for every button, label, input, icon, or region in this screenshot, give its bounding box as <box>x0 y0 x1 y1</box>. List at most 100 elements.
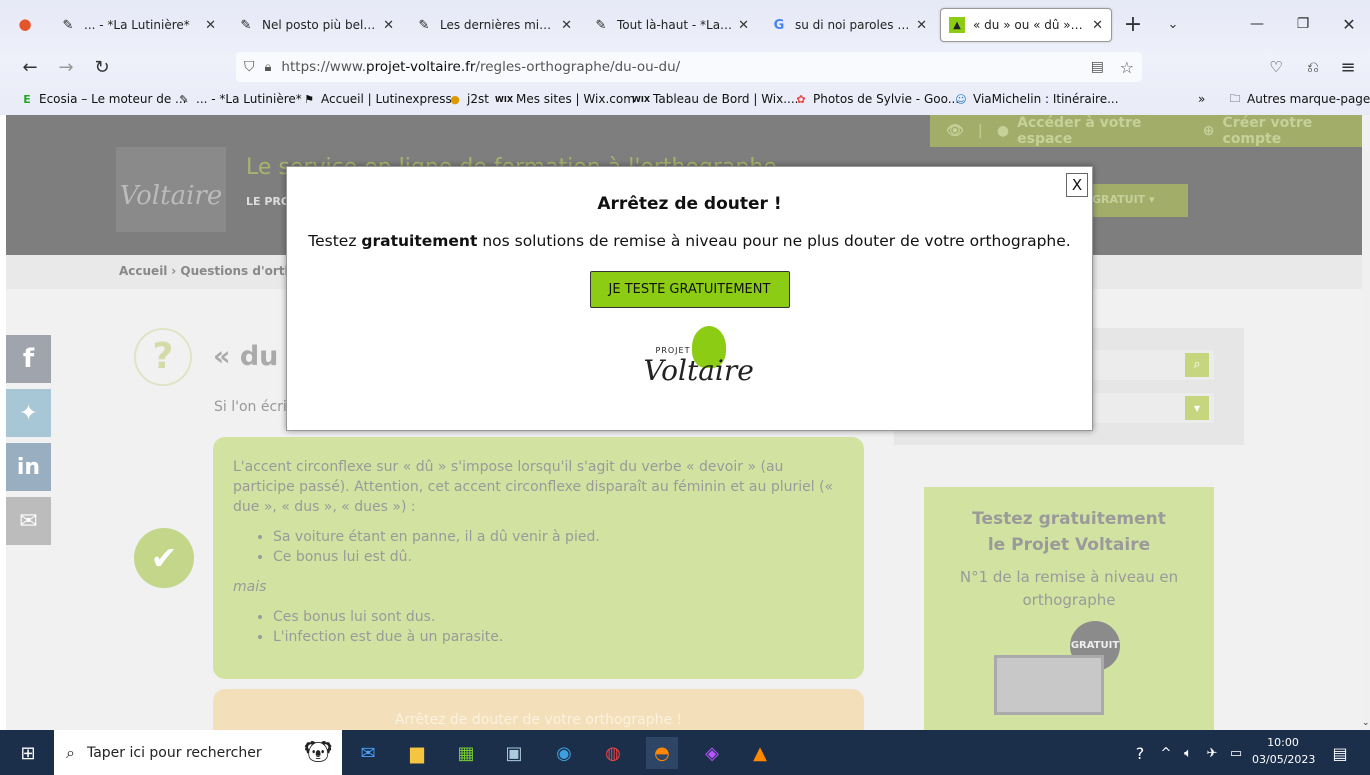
plus-circle-icon: ⊕ <box>1202 123 1215 139</box>
pencil-icon: ✎ <box>595 17 607 33</box>
example-1: Sa voiture étant en panne, il a dû venir… <box>273 527 844 547</box>
taskbar-search-placeholder: Taper ici pour rechercher <box>86 744 262 761</box>
close-icon[interactable]: ✕ <box>561 18 572 33</box>
access-account-link[interactable]: Accéder à votre espace <box>1017 115 1185 147</box>
laptop-illustration <box>994 655 1104 715</box>
twitter-share-icon[interactable]: ✦ <box>6 389 51 437</box>
tab-2[interactable]: ✎ Nel posto più bello ch ✕ <box>230 8 402 42</box>
tab-title: ... - *La Lutinière* <box>84 18 190 32</box>
chrome-icon[interactable]: ◍ <box>597 737 629 769</box>
modal-text-bold: gratuitement <box>361 232 478 250</box>
facebook-share-icon[interactable]: f <box>6 335 51 383</box>
app-icon[interactable]: ▣ <box>498 737 530 769</box>
linkedin-share-icon[interactable]: in <box>6 443 51 491</box>
windows-start-icon[interactable]: ⊞ <box>12 737 44 769</box>
tab-title: Les dernières mises en <box>440 18 555 32</box>
scroll-down-icon[interactable]: ⌄ <box>1362 718 1370 728</box>
tab-4[interactable]: ✎ Tout là-haut - *La Luti ✕ <box>585 8 757 42</box>
example-2: Ce bonus lui est dû. <box>273 547 844 567</box>
promo-title-1: Testez gratuitement <box>972 509 1166 529</box>
tab-5[interactable]: Gsu di noi paroles - Rec ✕ <box>763 8 935 42</box>
edge-icon[interactable]: ◉ <box>548 737 580 769</box>
bookmark-wix-sites[interactable]: WIX Mes sites | Wix.com <box>495 92 635 106</box>
bookmark-viamichelin[interactable]: ☺ ViaMichelin : Itinéraire... <box>954 92 1119 106</box>
site-logo[interactable]: Voltaire <box>116 147 226 232</box>
star-icon[interactable]: ☆ <box>1120 58 1134 77</box>
taskbar-search[interactable]: ⌕ Taper ici pour rechercher 🐨︎ <box>54 730 342 775</box>
firefox-menu-icon[interactable]: ● <box>12 11 38 37</box>
bookmark-label: Mes sites | Wix.com <box>516 92 635 106</box>
rule-text: L'accent circonflexe sur « dû » s'impose… <box>233 459 834 515</box>
clock[interactable]: 10:00 03/05/2023 <box>1252 734 1316 768</box>
account-strip: 👁︎ | ● Accéder à votre espace ⊕ Créer vo… <box>930 115 1362 147</box>
close-icon[interactable]: ✕ <box>383 18 394 33</box>
battery-icon[interactable]: ▭ <box>1220 737 1252 769</box>
photos-app-icon[interactable]: ▦ <box>450 737 482 769</box>
test-free-button[interactable]: JE TESTE GRATUITEMENT <box>589 271 790 308</box>
url-bar[interactable]: ⛉ 🔒︎ https://www. projet-voltaire.fr/regl… <box>236 52 1142 82</box>
new-tab-icon[interactable]: + <box>1120 11 1146 37</box>
nav-item-pro[interactable]: LE PRO <box>246 195 290 208</box>
nav-bar: ← → ↻ ⛉ 🔒︎ https://www. projet-voltaire.f… <box>0 48 1370 86</box>
back-icon[interactable]: ← <box>17 54 43 80</box>
pencil-icon: ✎ <box>240 17 252 33</box>
window-close-icon[interactable]: ✕ <box>1336 11 1362 37</box>
tab-3[interactable]: ✎ Les dernières mises en ✕ <box>408 8 580 42</box>
close-icon[interactable]: ✕ <box>1092 18 1103 33</box>
create-account-link[interactable]: Créer votre compte <box>1223 115 1362 147</box>
forward-icon[interactable]: → <box>53 54 79 80</box>
firefox-icon[interactable]: ◓ <box>646 737 678 769</box>
taskbar: ⊞ ⌕ Taper ici pour rechercher 🐨︎ ✉ ▆ ▦ ▣… <box>0 730 1370 775</box>
bookmark-lutiniere[interactable]: ✎ ... - *La Lutinière* <box>177 92 301 106</box>
search-icon[interactable]: ⌕ <box>1185 353 1209 377</box>
close-icon[interactable]: ✕ <box>916 18 927 33</box>
bottom-banner[interactable]: Arrêtez de douter de votre orthographe ! <box>213 689 864 730</box>
file-explorer-icon[interactable]: ▆ <box>401 737 433 769</box>
mail-icon[interactable]: ✉ <box>352 737 384 769</box>
logo-name-text: Voltaire <box>643 354 754 387</box>
scrollbar[interactable]: ⌄ <box>1362 115 1370 730</box>
voltaire-icon: ▲ <box>949 17 965 33</box>
bookmark-j2st[interactable]: ● j2st <box>448 92 489 106</box>
close-icon[interactable]: ✕ <box>738 18 749 33</box>
extensions-icon[interactable]: ⎌ <box>1300 54 1326 80</box>
reader-icon[interactable]: ▤ <box>1091 59 1104 75</box>
bookmark-label: ViaMichelin : Itinéraire... <box>973 92 1119 106</box>
michelin-icon: ☺ <box>955 92 967 106</box>
pocket-icon[interactable]: ♡ <box>1263 54 1289 80</box>
promo-card[interactable]: Testez gratuitement le Projet Voltaire N°… <box>924 487 1214 730</box>
modal-close-button[interactable]: X <box>1066 173 1088 197</box>
bookmarks-overflow-icon[interactable]: » <box>1198 92 1205 106</box>
free-trial-label: GRATUIT <box>1092 193 1146 206</box>
minimize-icon[interactable]: — <box>1244 11 1270 37</box>
site-logo-name: Voltaire <box>119 181 223 211</box>
free-trial-button[interactable]: GRATUIT ▾ <box>1086 184 1188 217</box>
bookmark-lutinexpress[interactable]: ⚑ Accueil | Lutinexpress <box>302 92 452 106</box>
example-4: L'infection est due à un parasite. <box>273 627 844 647</box>
tab-1[interactable]: ✎ ... - *La Lutinière* ✕ <box>52 8 224 42</box>
app-mask-icon[interactable]: ◈ <box>696 737 728 769</box>
restore-icon[interactable]: ❐ <box>1290 11 1316 37</box>
bookmarks-bar: E Ecosia – Le moteur de ... ✎ ... - *La Lu… <box>0 88 1370 112</box>
bookmark-wix-dashboard[interactable]: WIX Tableau de Bord | Wix.... <box>632 92 798 106</box>
reload-icon[interactable]: ↻ <box>89 54 115 80</box>
article-title: « du <box>213 341 279 372</box>
ecosia-icon: E <box>23 92 31 106</box>
breadcrumb-home[interactable]: Accueil <box>119 264 167 278</box>
tab-6-active[interactable]: ▲ « du » ou « dû » ? - Ort ✕ <box>940 8 1112 42</box>
bookmark-label: j2st <box>467 92 489 106</box>
notifications-icon[interactable]: ▤ <box>1324 737 1356 769</box>
vlc-icon[interactable]: ▲ <box>744 737 776 769</box>
check-icon: ✔ <box>134 528 194 588</box>
chevron-down-icon[interactable]: ⌄ <box>1160 11 1186 37</box>
close-icon[interactable]: ✕ <box>205 18 216 33</box>
bookmark-ecosia[interactable]: E Ecosia – Le moteur de ... <box>20 92 186 106</box>
clock-date: 03/05/2023 <box>1252 753 1316 766</box>
chevron-down-icon[interactable]: ▾ <box>1185 396 1209 420</box>
other-bookmarks[interactable]: 🗀︎ Autres marque-pages <box>1228 92 1370 107</box>
bookmark-photos[interactable]: ✿ Photos de Sylvie - Goo... <box>794 92 959 106</box>
koala-icon: 🐨︎ <box>304 740 332 765</box>
menu-icon[interactable]: ≡ <box>1335 54 1361 80</box>
email-share-icon[interactable]: ✉ <box>6 497 51 545</box>
lock-icon: 🔒︎ <box>264 59 272 75</box>
